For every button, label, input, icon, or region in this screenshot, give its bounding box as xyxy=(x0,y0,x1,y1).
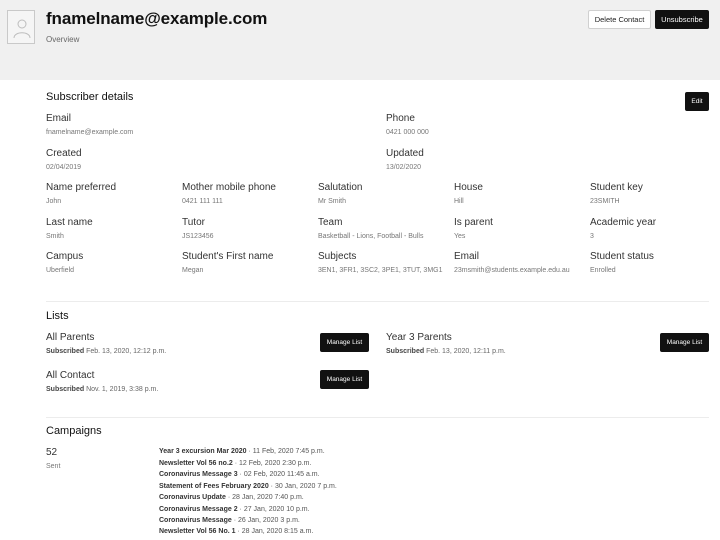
campaigns-title: Campaigns xyxy=(46,425,102,437)
field-label: Salutation xyxy=(318,182,363,193)
person-icon xyxy=(13,19,31,39)
campaign-item[interactable]: Coronavirus Message · 26 Jan, 2020 3 p.m… xyxy=(159,517,300,524)
updated-label: Updated xyxy=(386,148,424,159)
field-value: 23SMITH xyxy=(590,198,620,205)
field-value: John xyxy=(46,198,62,205)
subscriber-details-title: Subscriber details xyxy=(46,91,134,103)
field-value: 0421 111 111 xyxy=(182,198,223,205)
campaign-item[interactable]: Year 3 excursion Mar 2020 · 11 Feb, 2020… xyxy=(159,448,325,455)
field-value: Mr Smith xyxy=(318,198,346,205)
phone-value: 0421 000 000 xyxy=(386,129,429,136)
field-value: 3 xyxy=(590,233,594,240)
page-header: fnamelname@example.com Overview Delete C… xyxy=(0,0,720,80)
list-name: All Parents xyxy=(46,332,95,343)
campaign-item[interactable]: Coronavirus Message 2 · 27 Jan, 2020 10 … xyxy=(159,506,310,513)
field-label: Campus xyxy=(46,251,84,262)
manage-list-button[interactable]: Manage List xyxy=(660,333,709,352)
field-value: JS123456 xyxy=(182,233,214,240)
field-value: Hill xyxy=(454,198,464,205)
field-value: 3EN1, 3FR1, 3SC2, 3PE1, 3TUT, 3MG1 xyxy=(318,267,443,274)
field-label: Name preferred xyxy=(46,182,117,193)
field-value: Smith xyxy=(46,233,64,240)
delete-contact-button[interactable]: Delete Contact xyxy=(588,10,651,29)
created-value: 02/04/2019 xyxy=(46,164,82,171)
updated-value: 13/02/2020 xyxy=(386,164,422,171)
field-value: Enrolled xyxy=(590,267,616,274)
phone-label: Phone xyxy=(386,113,415,124)
field-label: Student key xyxy=(590,182,643,193)
field-label: Last name xyxy=(46,217,93,228)
overview-link[interactable]: Overview xyxy=(46,35,79,44)
field-label: Student status xyxy=(590,251,654,262)
campaign-item[interactable]: Coronavirus Update · 28 Jan, 2020 7:40 p… xyxy=(159,494,304,501)
list-name: Year 3 Parents xyxy=(386,332,452,343)
unsubscribe-button[interactable]: Unsubscribe xyxy=(655,10,709,29)
list-subscribed-info: Subscribed Feb. 13, 2020, 12:11 p.m. xyxy=(386,348,506,355)
field-label: Student's First name xyxy=(182,251,274,262)
field-value: Yes xyxy=(454,233,466,240)
campaign-item[interactable]: Newsletter Vol 56 No. 1 · 28 Jan, 2020 8… xyxy=(159,528,313,535)
field-label: Is parent xyxy=(454,217,493,228)
list-name: All Contact xyxy=(46,370,95,381)
manage-list-button[interactable]: Manage List xyxy=(320,370,369,389)
field-label: Team xyxy=(318,217,343,228)
field-label: Subjects xyxy=(318,251,357,262)
main-content: Subscriber details Edit Email fnamelname… xyxy=(0,80,720,540)
campaign-item[interactable]: Statement of Fees February 2020 · 30 Jan… xyxy=(159,483,337,490)
list-subscribed-info: Subscribed Nov. 1, 2019, 3:38 p.m. xyxy=(46,386,159,393)
field-value: 23msmith@students.example.edu.au xyxy=(454,267,570,274)
field-label: Academic year xyxy=(590,217,657,228)
page-title: fnamelname@example.com xyxy=(46,9,268,28)
manage-list-button[interactable]: Manage List xyxy=(320,333,369,352)
campaign-item[interactable]: Newsletter Vol 56 no.2 · 12 Feb, 2020 2:… xyxy=(159,460,311,467)
list-subscribed-info: Subscribed Feb. 13, 2020, 12:12 p.m. xyxy=(46,348,167,355)
field-label: Email xyxy=(454,251,480,262)
field-value: Uberfield xyxy=(46,267,75,274)
field-label: House xyxy=(454,182,483,193)
created-label: Created xyxy=(46,148,82,159)
divider xyxy=(46,301,709,302)
field-value: Megan xyxy=(182,267,204,274)
email-value: fnamelname@example.com xyxy=(46,129,134,136)
email-label: Email xyxy=(46,113,72,124)
lists-title: Lists xyxy=(46,310,69,322)
edit-button[interactable]: Edit xyxy=(685,92,709,111)
campaigns-count: 52 xyxy=(46,447,58,458)
field-value: Basketball - Lions, Football - Bulls xyxy=(318,233,424,240)
divider xyxy=(46,417,709,418)
campaigns-count-label: Sent xyxy=(46,463,61,470)
avatar xyxy=(7,10,35,44)
campaign-item[interactable]: Coronavirus Message 3 · 02 Feb, 2020 11:… xyxy=(159,471,320,478)
field-label: Tutor xyxy=(182,217,205,228)
field-label: Mother mobile phone xyxy=(182,182,276,193)
